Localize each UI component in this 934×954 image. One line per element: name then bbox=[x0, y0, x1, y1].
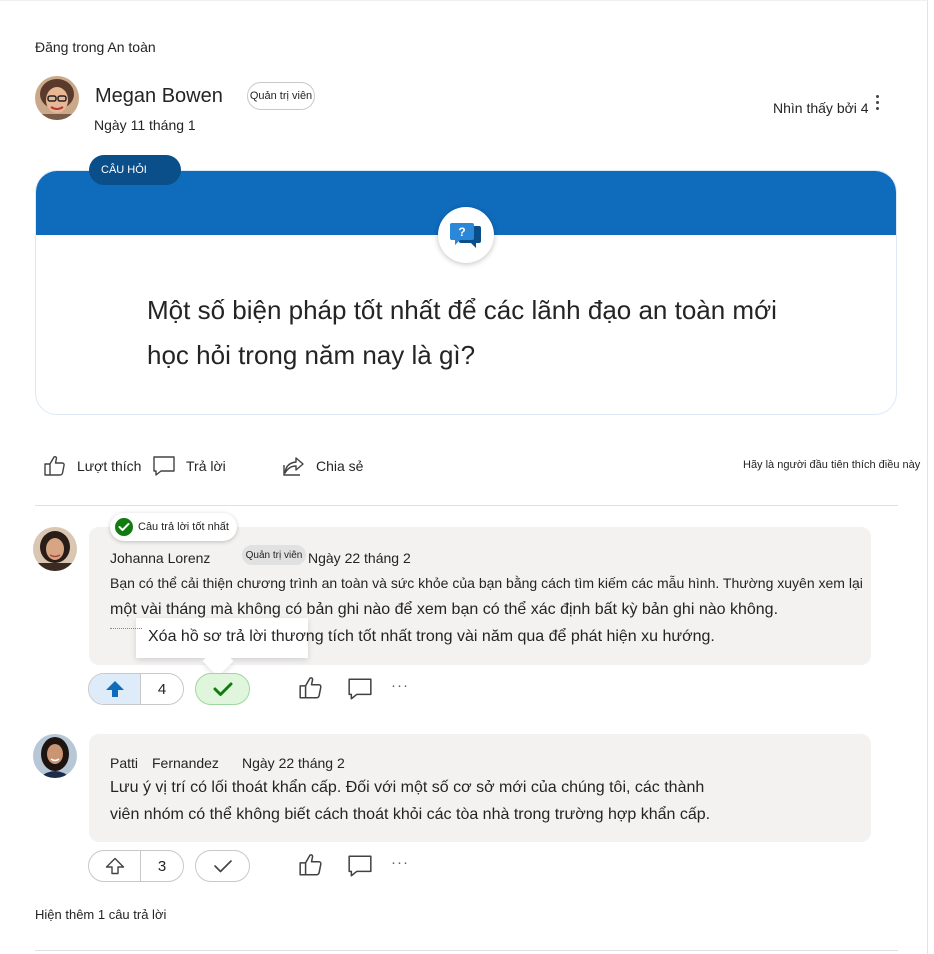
checkmark-icon bbox=[213, 682, 232, 696]
show-more-replies-link[interactable]: Hiện thêm 1 câu trả lời bbox=[35, 907, 166, 922]
post-date: Ngày 11 tháng 1 bbox=[94, 117, 196, 133]
posted-in-label[interactable]: Đăng trong An toàn bbox=[35, 39, 156, 55]
reply-author-name[interactable]: Johanna Lorenz bbox=[110, 550, 210, 566]
reply-text-line: Lưu ý vị trí có lối thoát khẩn cấp. Đối … bbox=[110, 779, 705, 796]
like-label: Lượt thích bbox=[77, 458, 142, 474]
comment-icon bbox=[153, 456, 175, 476]
reply-date: Ngày 22 tháng 2 bbox=[242, 755, 345, 771]
reply-avatar[interactable] bbox=[33, 734, 77, 778]
svg-text:?: ? bbox=[458, 225, 465, 239]
admin-badge: Quản trị viên bbox=[242, 545, 306, 565]
share-button[interactable]: Chia sẻ bbox=[282, 455, 363, 477]
comment-icon bbox=[348, 678, 372, 700]
divider bbox=[35, 950, 898, 951]
like-icon bbox=[299, 677, 322, 699]
reply-text-line: Bạn có thể cải thiện chương trình an toà… bbox=[110, 575, 863, 591]
admin-badge: Quản trị viên bbox=[247, 82, 315, 110]
seen-by-count[interactable]: Nhìn thấy bởi 4 bbox=[773, 100, 869, 116]
vote-control: 4 bbox=[88, 673, 184, 705]
more-actions-button[interactable]: ··· bbox=[391, 677, 409, 694]
avatar-johanna-image bbox=[33, 527, 77, 571]
vote-control: 3 bbox=[88, 850, 184, 882]
question-text: Một số biện pháp tốt nhất để các lãnh đạ… bbox=[147, 295, 777, 370]
more-options-icon[interactable] bbox=[874, 93, 880, 117]
share-icon bbox=[283, 457, 304, 476]
question-icon: ? bbox=[438, 207, 494, 263]
vote-count: 3 bbox=[157, 857, 167, 875]
reply-avatar[interactable] bbox=[33, 527, 77, 571]
reply-text-line: một vài tháng mà không có bản ghi nào để… bbox=[110, 601, 779, 618]
like-icon bbox=[299, 854, 322, 876]
arrow-up-icon bbox=[105, 681, 124, 697]
like-icon bbox=[44, 455, 65, 476]
comment-icon bbox=[348, 855, 372, 877]
reply-label: Trả lời bbox=[186, 458, 226, 474]
reply-date: Ngày 22 tháng 2 bbox=[308, 550, 411, 566]
reply-author-last-name[interactable]: Fernandez bbox=[152, 755, 219, 771]
tooltip-dotted-line bbox=[110, 628, 142, 629]
share-label: Chia sẻ bbox=[316, 458, 364, 474]
accepted-answer-button[interactable] bbox=[195, 673, 250, 705]
like-button[interactable]: Lượt thích bbox=[43, 455, 141, 477]
reply-button[interactable]: Trả lời bbox=[152, 455, 226, 477]
reply-author-first-name[interactable]: Patti bbox=[110, 755, 138, 771]
comment-reply-button[interactable] bbox=[347, 677, 373, 706]
best-answer-badge: Câu trả lời tốt nhất bbox=[110, 513, 237, 541]
avatar-patti-image bbox=[33, 734, 77, 778]
author-avatar[interactable] bbox=[35, 76, 79, 120]
first-like-hint: Hãy là người đầu tiên thích điều này bbox=[743, 459, 921, 471]
question-type-tag: CÂU HỎI bbox=[89, 155, 181, 185]
best-answer-label: Câu trả lời tốt nhất bbox=[138, 521, 229, 533]
reply-text-line: viên nhóm có thể không biết cách thoát k… bbox=[110, 806, 711, 823]
vote-count: 4 bbox=[157, 680, 167, 698]
upvote-button[interactable] bbox=[89, 851, 141, 881]
upvote-button[interactable] bbox=[89, 674, 141, 704]
more-actions-button[interactable]: ··· bbox=[391, 854, 409, 871]
author-name[interactable]: Megan Bowen bbox=[95, 85, 223, 108]
avatar-megan-image bbox=[35, 76, 79, 120]
comment-reply-button[interactable] bbox=[347, 854, 373, 883]
like-reply-button[interactable] bbox=[298, 676, 324, 705]
arrow-up-outline-icon bbox=[105, 857, 124, 875]
checkmark-icon bbox=[213, 860, 232, 873]
divider bbox=[35, 505, 898, 506]
mark-best-answer-button[interactable] bbox=[195, 850, 250, 882]
checkmark-circle-icon bbox=[115, 518, 133, 536]
like-reply-button[interactable] bbox=[298, 853, 324, 882]
reply-text-line: Xóa hồ sơ trả lời thương tích tốt nhất t… bbox=[148, 628, 715, 645]
